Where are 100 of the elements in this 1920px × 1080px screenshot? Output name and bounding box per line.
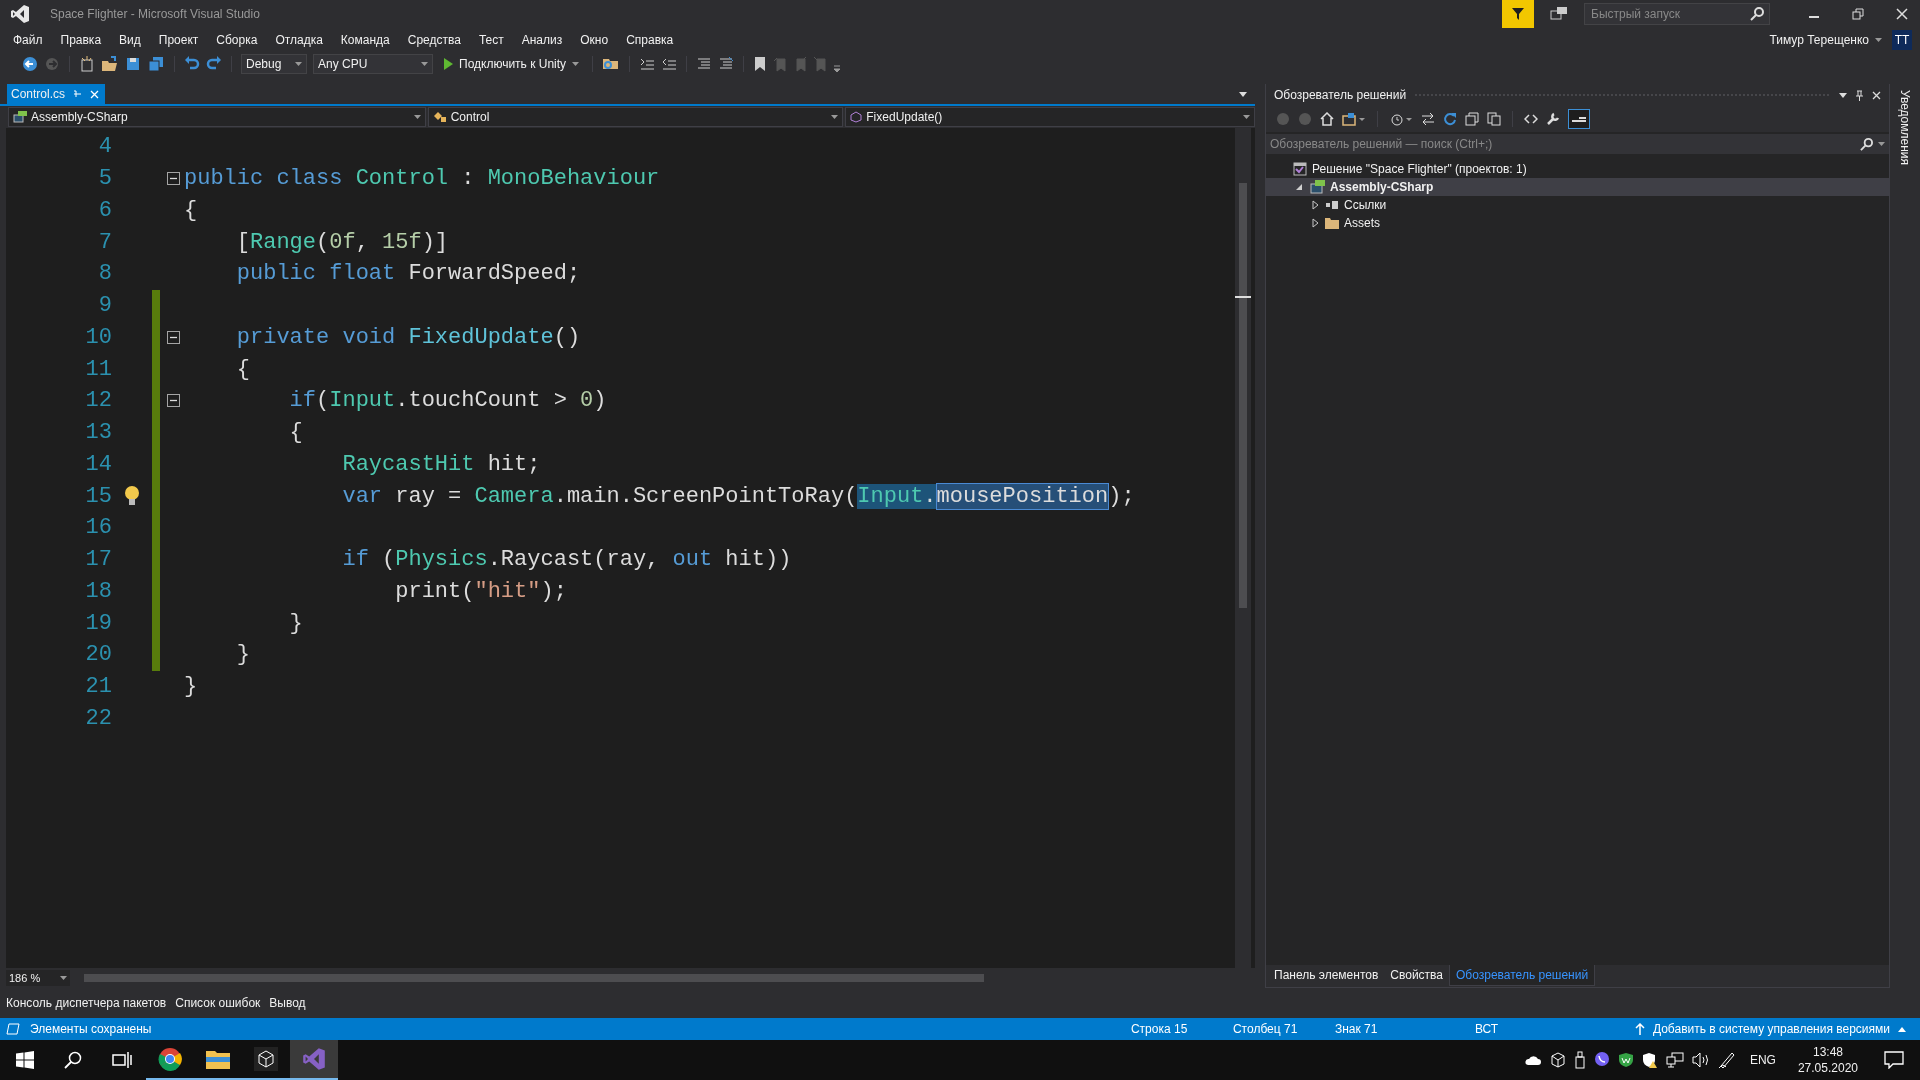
- task-view-icon[interactable]: [112, 1051, 132, 1069]
- pending-changes-icon[interactable]: [1389, 112, 1413, 126]
- start-icon[interactable]: [16, 1051, 34, 1069]
- configuration-dropdown[interactable]: Debug: [241, 54, 307, 74]
- cloud-icon[interactable]: [1523, 1054, 1542, 1066]
- start-button[interactable]: Подключить к Unity: [439, 57, 584, 71]
- network-icon[interactable]: [1665, 1052, 1684, 1068]
- indent-icon[interactable]: [639, 56, 656, 72]
- platform-dropdown[interactable]: Any CPU: [313, 54, 433, 74]
- caret-icon: [1898, 1026, 1906, 1032]
- search-icon[interactable]: [64, 1051, 82, 1069]
- zoom-dropdown[interactable]: 186 %: [6, 970, 70, 986]
- sync-icon[interactable]: [1421, 112, 1435, 126]
- tree-item[interactable]: Решение "Space Flighter" (проектов: 1): [1266, 160, 1890, 178]
- home-icon[interactable]: [1320, 112, 1334, 126]
- clock-time[interactable]: 13:48: [1812, 1044, 1843, 1060]
- tool-window-tab[interactable]: Список ошибок: [172, 996, 267, 1010]
- dropdown-arrow-icon[interactable]: [1839, 92, 1848, 98]
- project-dropdown[interactable]: Assembly-CSharp: [8, 107, 426, 127]
- line-number: 21: [84, 674, 112, 700]
- bookmark-icon[interactable]: [753, 56, 768, 72]
- redo-icon[interactable]: [206, 56, 222, 72]
- vertical-scrollbar[interactable]: [1235, 128, 1251, 968]
- up-arrow-icon: [1634, 1023, 1645, 1035]
- user-name[interactable]: Тимур Терещенко: [1769, 33, 1869, 47]
- save-all-icon[interactable]: [147, 56, 165, 72]
- close-icon[interactable]: [1872, 90, 1882, 100]
- save-icon[interactable]: [125, 56, 141, 72]
- notifications-icon[interactable]: [1884, 1051, 1904, 1069]
- search-field[interactable]: Обозреватель решений — поиск (Ctrl+;): [1266, 134, 1890, 154]
- usb-drive-icon[interactable]: [1573, 1051, 1586, 1069]
- close-icon[interactable]: [1896, 8, 1908, 20]
- clock-date[interactable]: 27.05.2020: [1797, 1060, 1858, 1076]
- collapse-all-icon[interactable]: [1465, 112, 1479, 126]
- refresh-icon[interactable]: [1443, 112, 1457, 126]
- tree-item[interactable]: Ссылки: [1266, 196, 1890, 214]
- switch-views-icon[interactable]: [1342, 112, 1366, 126]
- volume-icon[interactable]: [1691, 1052, 1710, 1068]
- line-number: 13: [84, 420, 112, 446]
- shield-icon[interactable]: [1617, 1052, 1634, 1068]
- menu-item[interactable]: Тест: [469, 30, 513, 50]
- dropdown-arrow-icon: [1878, 142, 1886, 146]
- notifications-tab[interactable]: Уведомления: [1898, 90, 1912, 166]
- open-folder-icon[interactable]: [101, 56, 119, 72]
- user-avatar[interactable]: TT: [1892, 30, 1912, 50]
- collapsed-arrow-icon[interactable]: [1311, 200, 1319, 210]
- copy-icon[interactable]: [1487, 112, 1501, 126]
- pin-icon[interactable]: [1855, 89, 1865, 101]
- feedback-button[interactable]: [1502, 0, 1534, 28]
- menu-item[interactable]: Сборка: [207, 30, 267, 50]
- pen-icon[interactable]: [1717, 1051, 1736, 1069]
- find-icon[interactable]: [602, 56, 621, 72]
- panel-tab[interactable]: Свойства: [1384, 965, 1449, 985]
- tree-item[interactable]: Assembly-CSharp: [1266, 178, 1890, 196]
- menu-item[interactable]: Окно: [571, 30, 618, 50]
- tool-window-tab[interactable]: Консоль диспетчера пакетов: [3, 996, 173, 1010]
- search-icon[interactable]: [1860, 138, 1874, 151]
- source-control-button[interactable]: Добавить в систему управления версиями: [1634, 1022, 1906, 1036]
- menu-item[interactable]: Файл: [4, 30, 52, 50]
- outdent-icon[interactable]: [661, 56, 678, 72]
- restore-icon[interactable]: [1852, 8, 1864, 20]
- menu-item[interactable]: Анализ: [512, 30, 572, 50]
- taskbar-app[interactable]: [290, 1040, 338, 1080]
- back-icon[interactable]: [22, 56, 38, 72]
- menu-item[interactable]: Правка: [51, 30, 111, 50]
- lightbulb-icon[interactable]: [124, 485, 140, 508]
- studio-logo-icon: [302, 1047, 326, 1071]
- collapse-icon[interactable]: [166, 330, 180, 344]
- type-dropdown[interactable]: Control: [427, 107, 844, 127]
- solution-icon: [1293, 162, 1307, 176]
- preview-icon[interactable]: [1568, 109, 1590, 129]
- tab-list-icon[interactable]: [1239, 91, 1247, 97]
- comment-icon[interactable]: [696, 56, 713, 72]
- new-item-icon[interactable]: [79, 56, 95, 72]
- expanded-arrow-icon[interactable]: [1295, 183, 1303, 191]
- chat-icon[interactable]: [1550, 6, 1568, 22]
- tool-window-tab[interactable]: Вывод: [266, 996, 312, 1010]
- tree-item[interactable]: Assets: [1266, 214, 1890, 232]
- menu-item[interactable]: Справка: [617, 30, 683, 50]
- collapse-icon[interactable]: [166, 172, 180, 186]
- menu-item[interactable]: Команда: [331, 30, 399, 50]
- panel-tab[interactable]: Обозреватель решений: [1449, 965, 1596, 986]
- undo-icon[interactable]: [184, 56, 200, 72]
- code-icon[interactable]: [1524, 112, 1538, 126]
- quick-launch-field[interactable]: Быстрый запуск: [1584, 3, 1770, 25]
- menu-item[interactable]: Проект: [149, 30, 208, 50]
- menu-item[interactable]: Вид: [110, 30, 150, 50]
- menu-item[interactable]: Отладка: [266, 30, 332, 50]
- menu-item[interactable]: Средства: [398, 30, 470, 50]
- phone-bubble-icon[interactable]: [1593, 1052, 1610, 1068]
- cube-icon[interactable]: [1549, 1052, 1566, 1068]
- collapsed-arrow-icon[interactable]: [1311, 218, 1319, 228]
- security-warning-icon[interactable]: [1641, 1052, 1658, 1068]
- panel-tab[interactable]: Панель элементов: [1268, 965, 1385, 985]
- wrench-icon[interactable]: [1546, 112, 1560, 126]
- uncomment-icon[interactable]: [718, 56, 735, 72]
- member-dropdown[interactable]: FixedUpdate(): [845, 107, 1255, 127]
- search-icon[interactable]: [1750, 7, 1764, 21]
- collapse-icon[interactable]: [166, 394, 180, 408]
- language-indicator[interactable]: ENG: [1749, 1053, 1776, 1067]
